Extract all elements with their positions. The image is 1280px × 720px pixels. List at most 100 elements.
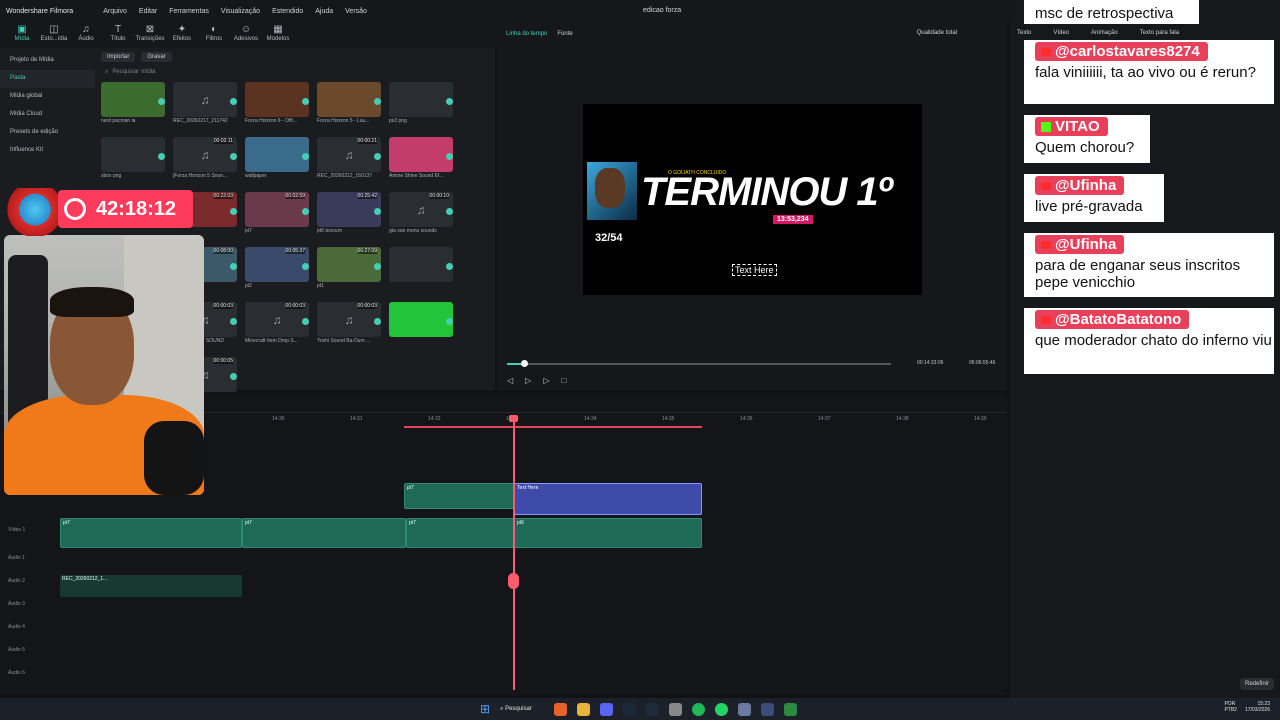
menu-versao[interactable]: Versão xyxy=(345,8,367,15)
check-icon xyxy=(302,318,309,325)
language-indicator[interactable]: POR PTB2 xyxy=(1224,701,1237,713)
sidebar-item-folder[interactable]: Pasta xyxy=(0,70,95,88)
media-tile[interactable]: nerd pacman ia xyxy=(101,82,165,125)
tab-text-to-speech[interactable]: Texto para fala xyxy=(1140,30,1179,36)
tab-media[interactable]: ▣ Mídia xyxy=(8,22,36,48)
audio-icon: ♫ xyxy=(82,24,90,35)
media-tile[interactable]: wallpaper xyxy=(245,137,309,180)
stop-icon[interactable]: □ xyxy=(561,376,566,385)
overlay-counter: 32/54 xyxy=(595,232,623,244)
current-time: 00:14:33:06 xyxy=(917,360,944,366)
windows-start-icon[interactable]: ⊞ xyxy=(480,702,490,716)
redefine-button[interactable]: Redefinir xyxy=(1240,678,1275,690)
media-tile[interactable]: ♫ REC_20260217_211742 xyxy=(173,82,237,125)
scrubber-knob[interactable] xyxy=(521,360,529,367)
tab-templates[interactable]: ▦ Modelos xyxy=(264,22,292,48)
media-tile[interactable]: 00:27:09 pt1 xyxy=(317,247,381,290)
clock[interactable]: 15:23 17/03/2026 xyxy=(1245,701,1270,713)
playhead[interactable] xyxy=(513,415,515,690)
media-tile[interactable]: ♫ 00:00:03 Minecraft Item Drop S... xyxy=(245,302,309,345)
tab-animation[interactable]: Animação xyxy=(1091,30,1118,36)
filmora-icon[interactable] xyxy=(646,702,660,716)
tab-text[interactable]: Texto xyxy=(1017,30,1031,36)
clip-text-here[interactable]: Text Here xyxy=(514,483,702,515)
clip-pt6[interactable]: pt6 xyxy=(514,518,702,548)
tab-transitions[interactable]: ⊠ Transições xyxy=(135,22,164,48)
sidebar-item-edit-presets[interactable]: Presets de edição xyxy=(0,124,95,142)
media-tile[interactable]: Forza Horizon 6 - Offi... xyxy=(245,82,309,125)
play-forward-icon[interactable]: ▷ xyxy=(543,376,549,385)
menu-visualizacao[interactable]: Visualização xyxy=(221,8,260,15)
preview-canvas[interactable]: O GOLIATH CONCLUIDO TERMINOU 1º 13:53,23… xyxy=(583,104,922,295)
playhead-knob[interactable] xyxy=(508,573,519,589)
tab-stickers[interactable]: ☺ Adesivos xyxy=(232,22,260,48)
avatar-face xyxy=(595,168,625,208)
chrome-icon[interactable] xyxy=(669,702,683,716)
media-tile[interactable]: ♫ 00:00:21 REC_20260212_160137 xyxy=(317,137,381,180)
tab-timeline-view[interactable]: Linha do tempo xyxy=(506,31,547,37)
sidebar-item-cloud-media[interactable]: Mídia Cloud xyxy=(0,106,95,124)
media-tile[interactable]: xbox png xyxy=(101,137,165,180)
tab-video[interactable]: Vídeo xyxy=(1053,30,1069,36)
tab-effects[interactable]: ✦ Efeitos xyxy=(168,22,196,48)
image-icon xyxy=(101,137,165,172)
menu-editar[interactable]: Editar xyxy=(139,8,157,15)
media-tile[interactable]: 00:25:42 pt6 tesouro xyxy=(317,192,381,235)
media-tile[interactable]: Anime Shine Sound Ef... xyxy=(389,137,453,180)
media-tile[interactable]: ♫ 00:00:10 gta san menu sounds xyxy=(389,192,453,235)
tab-title[interactable]: T Título xyxy=(104,22,132,48)
tab-audio[interactable]: ♫ Áudio xyxy=(72,22,100,48)
clip-pt7-upper[interactable]: pt7 xyxy=(404,483,514,509)
taskbar-search[interactable]: ⌕ Pesquisar xyxy=(500,706,544,713)
menu-arquivo[interactable]: Arquivo xyxy=(103,8,127,15)
properties-tabs: Texto Vídeo Animação Texto para fala xyxy=(1017,30,1179,36)
tab-font[interactable]: Fonte xyxy=(557,31,572,37)
tab-stock-media[interactable]: ◫ Esto...ídia xyxy=(40,22,68,48)
media-tile[interactable]: 00:05:37 pt2 xyxy=(245,247,309,290)
clip-pt7[interactable]: pt7 xyxy=(60,518,242,548)
media-tile[interactable] xyxy=(389,302,453,345)
media-tile[interactable]: Forza Horizon 5 - Lau... xyxy=(317,82,381,125)
brave-icon[interactable] xyxy=(554,702,568,716)
obs-icon[interactable] xyxy=(761,702,775,716)
record-button[interactable]: Gravar xyxy=(141,52,172,62)
whatsapp-icon[interactable] xyxy=(715,702,729,716)
folder-icon[interactable] xyxy=(577,702,591,716)
menu-ferramentas[interactable]: Ferramentas xyxy=(169,8,209,15)
text-here-element[interactable]: Text Here xyxy=(732,264,777,276)
sidebar-item-project-media[interactable]: Projeto de Mídia xyxy=(0,52,95,70)
clip-pt7-c[interactable]: pt7 xyxy=(406,518,514,548)
quality-dropdown[interactable]: Qualidade total xyxy=(917,30,957,36)
notepad-icon[interactable] xyxy=(784,702,798,716)
media-tile[interactable]: ps3 png xyxy=(389,82,453,125)
media-top-bar: Importar Gravar xyxy=(95,48,495,66)
sidebar-item-influence-kit[interactable]: Influence Kit xyxy=(0,142,95,160)
steam-icon[interactable] xyxy=(623,702,637,716)
play-icon[interactable]: ▷ xyxy=(525,376,531,385)
check-icon xyxy=(374,153,381,160)
discord-icon[interactable] xyxy=(600,702,614,716)
menu-ajuda[interactable]: Ajuda xyxy=(315,8,333,15)
clip-pt7-b[interactable]: pt7 xyxy=(242,518,406,548)
chat-message: VITAO Quem chorou? xyxy=(1024,115,1150,163)
media-tile[interactable]: ♫ 00:00:03 Yoshi Sound Ba-Dum ... xyxy=(317,302,381,345)
menu-estendido[interactable]: Estendido xyxy=(272,8,303,15)
sidebar-item-global-media[interactable]: Mídia global xyxy=(0,88,95,106)
media-name: Anime Shine Sound Ef... xyxy=(389,173,444,179)
media-tile[interactable] xyxy=(389,247,453,290)
media-duration: 00:08:00 xyxy=(213,248,233,254)
media-tile[interactable]: 00:02:59 pt7 xyxy=(245,192,309,235)
media-tile[interactable]: ♫ 00:02:11 [Forza Horizon 5 Soun... xyxy=(173,137,237,180)
playhead-handle[interactable] xyxy=(509,415,518,422)
app-icon[interactable] xyxy=(738,702,752,716)
spotify-icon[interactable] xyxy=(692,702,706,716)
tab-filters[interactable]: ◐ Filtros xyxy=(200,22,228,48)
media-name: pt2 xyxy=(245,283,252,289)
preview-scrubber[interactable] xyxy=(507,360,891,367)
import-button[interactable]: Importar xyxy=(101,52,136,62)
search-media-input[interactable]: ⌕ Pesquisar mídia xyxy=(95,66,495,78)
clip-rec-audio[interactable]: REC_20260212_1... xyxy=(60,575,242,597)
filters-icon: ◐ xyxy=(210,24,218,35)
username-text: @Ufinha xyxy=(1055,236,1117,253)
previous-frame-icon[interactable]: ◁ xyxy=(507,376,513,385)
